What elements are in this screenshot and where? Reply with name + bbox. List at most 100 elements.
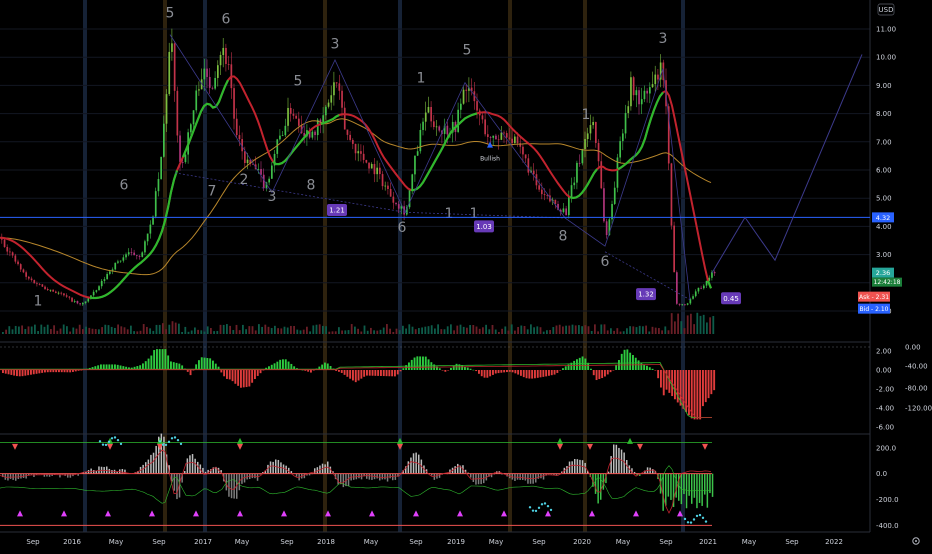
macd-histogram-bar	[248, 370, 251, 387]
candle	[435, 126, 438, 128]
oscillator-bar	[33, 473, 35, 478]
macd-histogram-bar	[612, 370, 615, 371]
macd-secondary-tick-label: -40.00	[905, 363, 928, 371]
volume-bar	[53, 325, 55, 334]
macd-histogram-bar	[402, 368, 405, 370]
macd-histogram-bar	[340, 370, 343, 373]
candle	[416, 151, 419, 156]
candle	[389, 188, 392, 197]
candle	[233, 88, 235, 119]
volume-bar	[533, 327, 535, 334]
macd-histogram-bar	[562, 368, 564, 370]
macd-histogram-bar	[632, 355, 634, 370]
volume-bar	[184, 326, 187, 334]
volume-bar	[405, 328, 407, 334]
macd-histogram-bar	[284, 359, 287, 370]
volume-bar	[226, 324, 228, 334]
wave-label: 5	[166, 6, 175, 22]
session-marker	[398, 0, 402, 532]
candle	[568, 196, 570, 216]
candle	[154, 191, 157, 217]
volume-bar	[248, 326, 251, 334]
oscillator-tick-label: 200.0	[876, 444, 896, 452]
candle	[554, 199, 557, 204]
macd-histogram-bar	[707, 370, 710, 399]
oscillator-bar	[233, 473, 235, 499]
volume-bar	[504, 326, 507, 334]
volume-bar	[507, 330, 510, 334]
candle	[589, 125, 592, 134]
macd-histogram-bar	[231, 370, 234, 382]
candle	[341, 90, 343, 108]
oscillator-bar	[189, 455, 191, 474]
candle	[697, 287, 700, 292]
volume-bar	[213, 331, 215, 334]
candle	[497, 139, 500, 141]
macd-histogram-bar	[466, 367, 469, 370]
volume-bar	[366, 330, 369, 334]
macd-histogram-bar	[4, 370, 7, 374]
volume-bar	[120, 326, 123, 334]
volume-bar	[235, 324, 238, 334]
candle	[603, 188, 605, 222]
volume-bar	[462, 326, 465, 334]
volume-bar	[373, 330, 375, 334]
oscillator-bar	[615, 444, 618, 474]
macd-histogram-bar	[13, 370, 16, 376]
volume-bar	[414, 329, 417, 334]
volume-bar	[424, 326, 427, 334]
volume-bar	[558, 324, 561, 334]
candle	[141, 252, 144, 257]
candle	[268, 178, 270, 183]
candle	[316, 119, 319, 136]
volume-bar	[517, 326, 519, 334]
macd-histogram-bar	[438, 368, 441, 370]
macd-histogram-bar	[52, 370, 55, 373]
candle	[592, 122, 594, 126]
chart-svg[interactable]: 165 6723583611518163 1.211.031.320.45 Bul…	[0, 0, 932, 550]
candle	[98, 286, 100, 291]
volume-bar	[158, 324, 161, 334]
macd-histogram-bar	[346, 370, 349, 377]
volume-bar	[706, 322, 708, 334]
macd-histogram-bar	[147, 358, 150, 370]
candle	[22, 269, 25, 273]
candle	[562, 208, 565, 213]
candle	[632, 77, 635, 96]
oscillator-tick-label: 0.0	[876, 470, 887, 478]
candle	[179, 135, 181, 162]
candle	[168, 51, 171, 95]
macd-histogram-bar	[77, 370, 80, 371]
candle	[184, 154, 187, 163]
volume-bar	[606, 330, 609, 334]
currency-label: USD	[879, 6, 894, 14]
candle	[395, 202, 397, 205]
macd-histogram-bar	[366, 370, 368, 376]
oscillator-bar	[17, 473, 20, 480]
candle	[605, 221, 608, 236]
volume-bar	[370, 327, 372, 334]
volume-bar	[350, 324, 353, 334]
candle	[346, 129, 349, 135]
candle	[57, 292, 60, 294]
candle	[257, 169, 260, 170]
macd-histogram-bar	[500, 370, 503, 373]
candle	[311, 131, 314, 138]
macd-histogram-bar	[651, 368, 654, 370]
macd-histogram-bar	[223, 370, 226, 377]
volume-bar	[357, 328, 359, 334]
volume-bar	[261, 326, 263, 334]
trading-chart[interactable]: 1656723583611518163 1.21 1.03 1.32 0.45 Bul…	[0, 0, 932, 550]
candle	[586, 133, 589, 140]
macd-histogram-bar	[503, 370, 506, 373]
candle	[427, 106, 430, 113]
currency-button[interactable]: USD	[877, 3, 895, 16]
candle	[287, 107, 289, 126]
volume-bar	[162, 323, 164, 334]
candle	[284, 125, 287, 136]
signal-dot	[158, 440, 162, 443]
price-tick-label: 5.00	[876, 195, 892, 203]
candle	[578, 162, 581, 164]
oscillator-bar	[389, 473, 391, 479]
macd-histogram-bar	[282, 359, 284, 370]
